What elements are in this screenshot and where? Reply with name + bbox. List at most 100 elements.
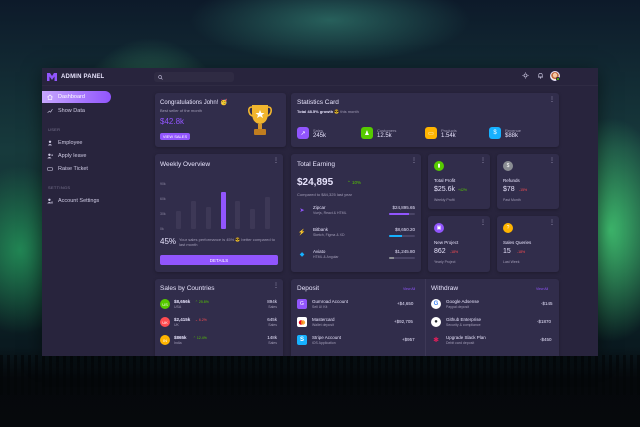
stat-customers: ♟ Customers 12.5k xyxy=(361,127,396,139)
app-title: ADMIN PANEL xyxy=(61,73,105,80)
earning-row-name: Zipcar xyxy=(313,205,326,210)
zipcar-icon: ➤ xyxy=(299,207,305,214)
deposit-view-all-link[interactable]: View All xyxy=(403,287,415,291)
weekly-bar xyxy=(175,210,181,229)
congrats-subtitle: Best seller of the month xyxy=(160,108,203,113)
brand[interactable]: ADMIN PANEL xyxy=(47,72,104,81)
refunds-title: Refunds xyxy=(503,178,520,183)
more-menu-icon[interactable]: ⋮ xyxy=(273,158,279,164)
trophy-icon xyxy=(248,105,272,135)
more-menu-icon[interactable]: ⋮ xyxy=(480,220,486,226)
country-amount: $865k xyxy=(174,335,187,340)
more-menu-icon[interactable]: ⋮ xyxy=(549,97,555,103)
deposit-row-sub: Sell UI Kit xyxy=(312,305,328,309)
project-title: New Project xyxy=(434,240,459,245)
deposit-title: Deposit xyxy=(297,285,320,292)
stat-value: $88k xyxy=(505,132,519,139)
more-menu-icon[interactable]: ⋮ xyxy=(480,158,486,164)
aviato-icon: ◆ xyxy=(299,251,305,258)
home-icon xyxy=(47,94,53,100)
country-name: India xyxy=(174,341,182,345)
stat-label: Products xyxy=(441,127,457,133)
sidebar-item-employee[interactable]: Employee xyxy=(42,137,139,149)
sidebar-item-raise-ticket[interactable]: Raise Ticket xyxy=(42,163,139,175)
more-menu-icon[interactable]: ⋮ xyxy=(273,283,279,289)
sidebar-item-apply-leave[interactable]: Apply leave xyxy=(42,150,139,162)
withdraw-row-sub: Security & compliance xyxy=(446,323,481,327)
statistics-card: Statistics Card ⋮ Total 48.5% growth 😎 t… xyxy=(291,93,559,147)
currency-icon: $ xyxy=(503,161,513,171)
more-menu-icon[interactable]: ⋮ xyxy=(549,158,555,164)
withdraw-view-all-link[interactable]: View All xyxy=(536,287,548,291)
divider xyxy=(425,279,426,356)
total-profit-card: ▮ ⋮ Total Profit $25.6k +42% Weekly Prof… xyxy=(428,154,490,209)
sidebar-item-label: Account Settings xyxy=(58,198,100,204)
withdraw-title: Withdraw xyxy=(431,285,459,292)
deposit-row-value: +$92,705 xyxy=(394,319,413,324)
country-sales-label: Sales xyxy=(268,341,277,345)
slack-icon: ✱ xyxy=(433,337,439,344)
logo-icon xyxy=(47,73,57,81)
earning-row-value: $24,895.65 xyxy=(392,205,415,210)
theme-toggle-icon[interactable] xyxy=(522,72,529,79)
cellphone-icon: ▭ xyxy=(425,127,437,139)
avatar[interactable] xyxy=(550,71,560,81)
more-menu-icon[interactable]: ⋮ xyxy=(411,158,417,164)
country-change-value: 12.4% xyxy=(196,336,207,340)
sales-queries-card: ? ⋮ Sales Queries 15 -18% Last Week xyxy=(497,216,559,272)
weekly-bar xyxy=(220,191,226,229)
refunds-change: -15% xyxy=(519,188,528,192)
details-button[interactable]: DETAILS xyxy=(160,255,278,265)
weekly-title: Weekly Overview xyxy=(160,161,211,168)
profit-title: Total Profit xyxy=(434,178,456,183)
withdraw-row-sub: Paypal deposit xyxy=(446,305,469,309)
stat-label: Revenue xyxy=(505,127,522,133)
section-header-user: USER xyxy=(48,127,61,132)
sidebar-item-dashboard[interactable]: Dashboard xyxy=(42,91,111,103)
earning-compared: Compared to $84,325 last year xyxy=(297,192,352,197)
statistics-title: Statistics Card xyxy=(297,99,339,106)
earning-row-name: Bitbank xyxy=(313,227,329,232)
account-settings-icon xyxy=(47,198,53,204)
y-tick: 30k xyxy=(160,212,166,216)
earning-row-sub: Vuejs, React & HTML xyxy=(313,211,347,215)
earning-row-name: Aviato xyxy=(313,249,326,254)
earning-title: Total Earning xyxy=(297,161,335,168)
country-amount: $8,656k xyxy=(174,299,191,304)
stat-revenue: $ Revenue $88k xyxy=(489,127,521,139)
stat-sales: ↗ Sales 245k xyxy=(297,127,326,139)
stat-value: 245k xyxy=(313,132,327,139)
chart-line-icon xyxy=(47,109,53,114)
trending-up-icon: ↗ xyxy=(297,127,309,139)
view-sales-button[interactable]: VIEW SALES xyxy=(160,133,190,140)
country-sales: 148k xyxy=(267,335,277,340)
earning-row-sub: Sketch, Figma & XD xyxy=(313,233,345,237)
briefcase-icon: ▣ xyxy=(434,223,444,233)
queries-change: -18% xyxy=(517,250,526,254)
more-menu-icon[interactable]: ⋮ xyxy=(549,220,555,226)
country-badge: UK xyxy=(160,317,170,327)
earning-row-sub: HTML & Angular xyxy=(313,255,339,259)
sidebar-item-show-data[interactable]: Show Data xyxy=(42,105,139,117)
github-icon: ● xyxy=(431,317,441,327)
congrats-title: Congratulations John! 🥳 xyxy=(160,100,228,106)
search-box[interactable] xyxy=(154,72,234,82)
weekly-bar xyxy=(190,200,196,229)
country-change: ⌃ 25.8% xyxy=(195,300,209,304)
y-tick: 0k xyxy=(160,227,164,231)
sidebar-item-account-settings[interactable]: Account Settings xyxy=(42,195,139,207)
search-input[interactable] xyxy=(163,73,231,81)
earning-row-value: $1,245.80 xyxy=(394,249,415,254)
ticket-icon xyxy=(47,167,53,171)
country-amount: $2,415k xyxy=(174,317,191,322)
weekly-bar xyxy=(235,200,241,229)
withdraw-row-name: Upgrade Slack Plan xyxy=(446,335,486,340)
earning-row-progress xyxy=(389,213,415,215)
sidebar-item-label: Show Data xyxy=(58,108,85,114)
bell-icon[interactable] xyxy=(537,72,544,79)
profit-sub: Weekly Profit xyxy=(434,198,455,202)
earning-change: ⌃ 10% xyxy=(347,180,362,185)
country-change-value: 6.2% xyxy=(198,318,207,322)
withdraw-row-sub: Debit card deposit xyxy=(446,341,475,345)
earning-row-value: $8,650.20 xyxy=(394,227,415,232)
